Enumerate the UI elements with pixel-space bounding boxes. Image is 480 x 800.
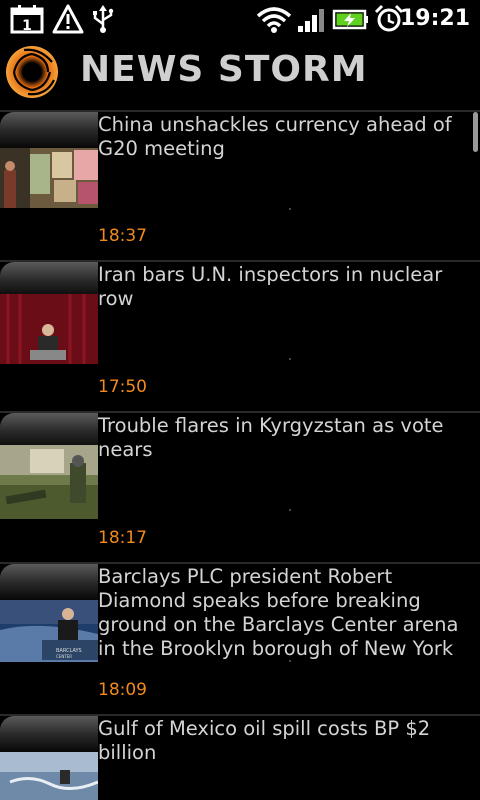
battery-charging-icon — [332, 9, 368, 30]
wifi-icon — [256, 7, 292, 33]
news-headline[interactable]: China unshackles currency ahead of G20 m… — [98, 113, 478, 161]
news-storm-logo-icon — [6, 46, 58, 98]
item-sheen — [0, 716, 98, 756]
item-sheen — [0, 564, 98, 604]
news-item-2[interactable]: Iran bars U.N. inspectors in nuclear row… — [0, 260, 480, 411]
calendar-icon: 1 — [10, 5, 44, 34]
news-headline[interactable]: Barclays PLC president Robert Diamond sp… — [98, 565, 478, 661]
news-item-3[interactable]: Trouble flares in Kyrgyzstan as vote nea… — [0, 411, 480, 562]
news-thumbnail — [0, 445, 98, 519]
item-sheen — [0, 112, 98, 152]
separator-dot — [289, 208, 291, 210]
calendar-day: 1 — [22, 18, 32, 34]
signal-icon — [298, 9, 324, 32]
news-headline[interactable]: Gulf of Mexico oil spill costs BP $2 bil… — [98, 717, 478, 765]
svg-text:CENTER: CENTER — [56, 654, 72, 659]
news-time: 18:17 — [98, 528, 147, 548]
separator-dot — [289, 660, 291, 662]
news-thumbnail — [0, 148, 98, 208]
news-list[interactable]: China unshackles currency ahead of G20 m… — [0, 108, 480, 800]
news-item-1[interactable]: China unshackles currency ahead of G20 m… — [0, 110, 480, 260]
status-bar: 1 19:21 — [0, 0, 480, 38]
news-time: 18:09 — [98, 680, 147, 700]
clock-time: 19:21 — [399, 6, 470, 31]
news-time: 17:50 — [98, 377, 147, 397]
news-thumbnail — [0, 294, 98, 364]
news-headline[interactable]: Trouble flares in Kyrgyzstan as vote nea… — [98, 414, 478, 462]
usb-icon — [93, 5, 114, 33]
app-header: NEWS STORM — [0, 38, 480, 106]
news-item-5[interactable]: Gulf of Mexico oil spill costs BP $2 bil… — [0, 714, 480, 800]
list-scrollbar[interactable] — [473, 112, 478, 152]
warning-icon — [52, 4, 84, 34]
news-thumbnail: BARCLAYS CENTER — [0, 600, 98, 662]
news-thumbnail — [0, 752, 98, 800]
news-item-4[interactable]: BARCLAYS CENTER Barclays PLC president R… — [0, 562, 480, 714]
separator-dot — [289, 358, 291, 360]
separator-dot — [289, 509, 291, 511]
news-time: 18:37 — [98, 226, 147, 246]
app-title: NEWS STORM — [80, 49, 368, 90]
news-headline[interactable]: Iran bars U.N. inspectors in nuclear row — [98, 263, 478, 311]
